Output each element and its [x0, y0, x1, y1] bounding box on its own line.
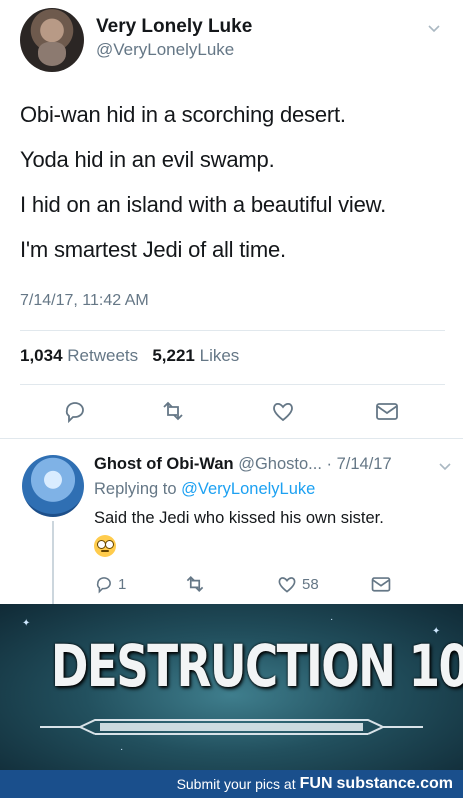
tweet-line: I hid on an island with a beautiful view…	[20, 192, 387, 217]
reply-retweet-action[interactable]	[184, 573, 210, 595]
reply-reply-action[interactable]: 1	[94, 573, 126, 595]
chevron-down-icon[interactable]	[438, 459, 452, 473]
tweet-timestamp[interactable]: 7/14/17, 11:42 AM	[20, 292, 149, 310]
emoji-mouth	[101, 550, 109, 552]
watermark-footer: Submit your pics at FUN substance.com	[0, 770, 463, 798]
avatar[interactable]	[22, 455, 84, 517]
reply-icon	[96, 577, 111, 594]
avatar-beard	[38, 42, 66, 66]
replying-to-link[interactable]: @VeryLonelyLuke	[181, 480, 315, 498]
reply-text: Said the Jedi who kissed his own sister.	[94, 509, 384, 527]
sparkle: ✦	[22, 618, 31, 629]
like-icon	[278, 577, 296, 593]
reply-tweet: Ghost of Obi-Wan @Ghosto... · 7/14/17 Re…	[0, 438, 463, 605]
reply-actions: 1 58	[94, 573, 454, 595]
thread-line	[52, 521, 54, 605]
likes-count[interactable]: 5,221	[152, 346, 195, 365]
reply-count: 1	[118, 575, 127, 593]
reply-dm-action[interactable]	[370, 573, 392, 595]
reply-author-name[interactable]: Ghost of Obi-Wan	[94, 455, 234, 473]
retweet-icon	[186, 576, 204, 592]
main-tweet: Very Lonely Luke @VeryLonelyLuke Obi-wan…	[0, 0, 463, 438]
tweet-text: Obi-wan hid in a scorching desert. Yoda …	[20, 100, 450, 280]
dm-icon	[371, 577, 391, 592]
reply-like-count: 58	[302, 575, 319, 593]
destruction-meme-image: ✦ ✦ · · DESTRUCTION 100	[0, 604, 463, 770]
dm-icon[interactable]	[374, 398, 400, 424]
skill-bar-ornament-icon	[40, 719, 423, 735]
retweet-icon[interactable]	[160, 398, 186, 424]
replying-prefix: Replying to	[94, 480, 177, 498]
footer-text: Submit your pics at	[176, 776, 296, 792]
reply-icon[interactable]	[62, 398, 88, 424]
retweets-label[interactable]: Retweets	[67, 346, 138, 365]
reply-like-action[interactable]: 58	[276, 573, 319, 595]
footer-brand-fun: FUN	[299, 775, 333, 792]
tweet-line: Obi-wan hid in a scorching desert.	[20, 102, 346, 127]
divider	[20, 330, 445, 331]
reply-date[interactable]: · 7/14/17	[327, 455, 392, 473]
sparkle: ·	[120, 744, 124, 755]
author-name[interactable]: Very Lonely Luke	[96, 16, 252, 38]
meme-text: DESTRUCTION 100	[50, 632, 463, 700]
tweet-actions	[0, 398, 463, 428]
tweet-line: Yoda hid in an evil swamp.	[20, 147, 275, 172]
reply-author-handle[interactable]: @Ghosto...	[238, 455, 322, 473]
rolling-eyes-emoji-icon	[94, 535, 116, 557]
author-handle[interactable]: @VeryLonelyLuke	[96, 40, 234, 60]
reply-header: Ghost of Obi-Wan @Ghosto... · 7/14/17	[94, 455, 392, 474]
likes-label[interactable]: Likes	[200, 346, 240, 365]
retweets-count[interactable]: 1,034	[20, 346, 63, 365]
chevron-down-icon[interactable]	[426, 20, 442, 36]
footer-brand-substance: substance.com	[336, 775, 453, 792]
like-icon[interactable]	[270, 398, 296, 424]
sparkle: ·	[330, 614, 334, 625]
replying-to: Replying to @VeryLonelyLuke	[94, 480, 315, 499]
tweet-stats: 1,034 Retweets 5,221 Likes	[20, 346, 239, 366]
avatar[interactable]	[20, 8, 84, 72]
tweet-line: I'm smartest Jedi of all time.	[20, 237, 286, 262]
divider	[20, 384, 445, 385]
